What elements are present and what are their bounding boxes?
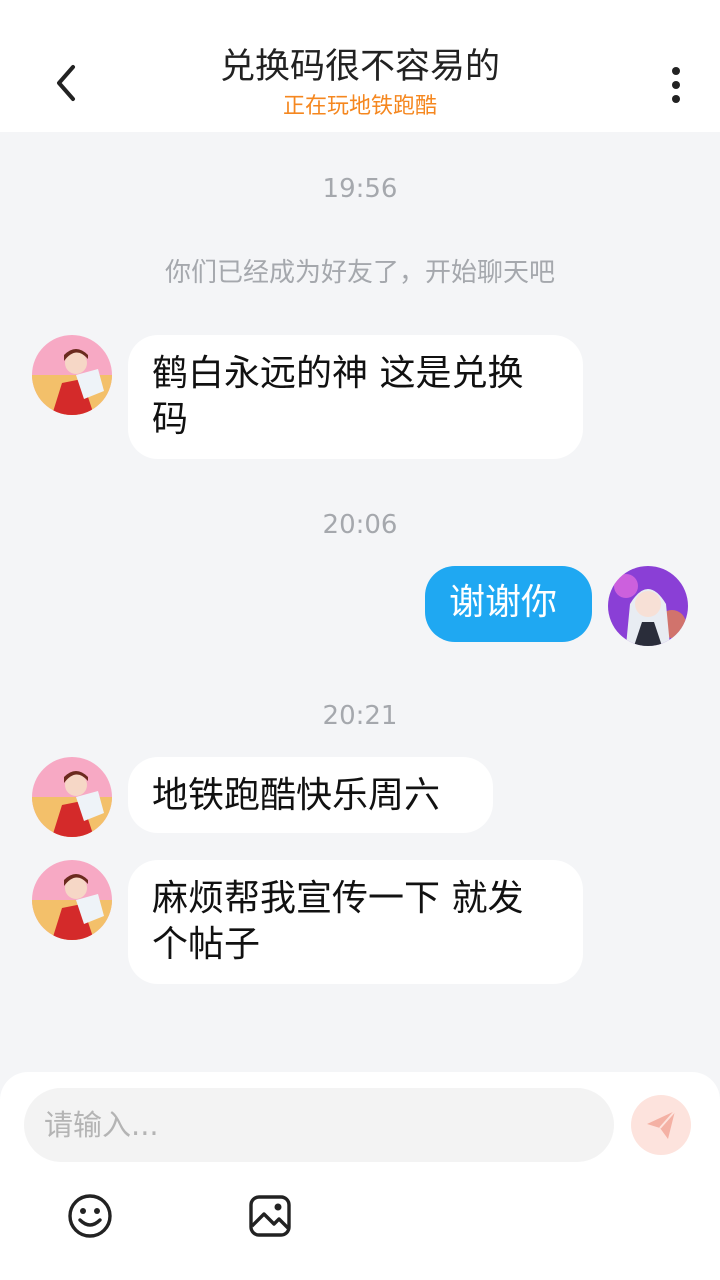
composer bbox=[0, 1072, 720, 1280]
smiley-icon bbox=[68, 1194, 112, 1238]
outgoing-message[interactable]: 谢谢你 bbox=[425, 566, 592, 642]
status-subtitle: 正在玩地铁跑酷 bbox=[282, 94, 437, 119]
emoji-button[interactable] bbox=[65, 1191, 115, 1241]
message-input[interactable] bbox=[24, 1088, 614, 1162]
system-message: 你们已经成为好友了，开始聊天吧 bbox=[164, 258, 555, 288]
incoming-message[interactable]: 地铁跑酷快乐周六 bbox=[128, 757, 493, 833]
back-button[interactable] bbox=[36, 50, 96, 116]
more-vertical-icon bbox=[672, 67, 680, 103]
friend-avatar[interactable] bbox=[32, 757, 112, 837]
my-avatar[interactable] bbox=[608, 566, 688, 646]
incoming-message[interactable]: 麻烦帮我宣传一下 就发个帖子 bbox=[128, 860, 583, 984]
message-text: 麻烦帮我宣传一下 就发个帖子 bbox=[152, 878, 524, 965]
timestamp: 20:21 bbox=[322, 701, 398, 731]
timestamp: 19:56 bbox=[322, 174, 398, 204]
message-text: 谢谢你 bbox=[449, 582, 558, 623]
message-text: 地铁跑酷快乐周六 bbox=[152, 775, 441, 816]
send-button[interactable] bbox=[631, 1095, 691, 1155]
friend-avatar[interactable] bbox=[32, 335, 112, 415]
chevron-left-icon bbox=[57, 65, 75, 101]
image-button[interactable] bbox=[245, 1191, 295, 1241]
paper-plane-icon bbox=[647, 1110, 676, 1139]
timestamp: 20:06 bbox=[322, 510, 398, 540]
incoming-message[interactable]: 鹤白永远的神 这是兑换码 bbox=[128, 335, 583, 459]
title-block: 兑换码很不容易的 正在玩地铁跑酷 bbox=[120, 44, 600, 122]
more-button[interactable] bbox=[650, 60, 702, 110]
chat-header: 兑换码很不容易的 正在玩地铁跑酷 bbox=[0, 0, 720, 132]
friend-avatar[interactable] bbox=[32, 860, 112, 940]
page-title: 兑换码很不容易的 bbox=[219, 47, 500, 87]
message-text: 鹤白永远的神 这是兑换码 bbox=[152, 353, 524, 440]
image-icon bbox=[249, 1195, 291, 1237]
